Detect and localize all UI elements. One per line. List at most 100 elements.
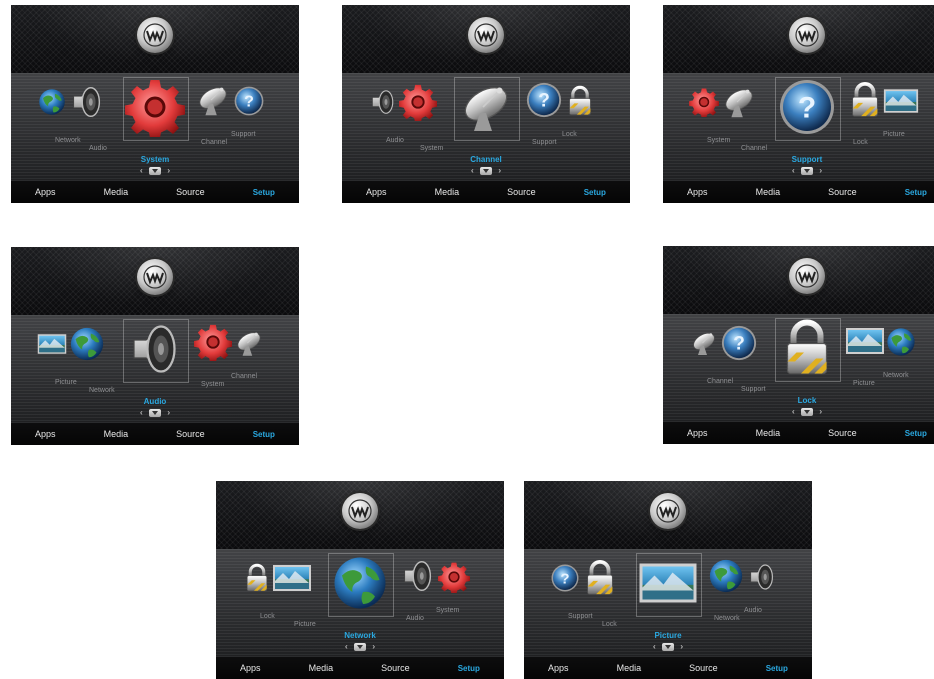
nav-media[interactable]: Media xyxy=(617,663,642,673)
satellite-dish-icon xyxy=(231,327,267,359)
nav-apps[interactable]: Apps xyxy=(687,428,708,438)
selected-item-label: Network xyxy=(344,631,376,640)
globe-icon xyxy=(883,326,919,358)
support-globe-icon xyxy=(719,324,759,362)
nav-source[interactable]: Source xyxy=(176,187,205,197)
chevron-down-icon[interactable] xyxy=(801,166,813,175)
menu-item-label: System xyxy=(707,137,731,144)
menu-item-label: Network xyxy=(714,615,740,622)
nav-media[interactable]: Media xyxy=(756,187,781,197)
padlock-icon[interactable] xyxy=(777,318,837,378)
support-globe-icon[interactable] xyxy=(777,77,837,137)
nav-media[interactable]: Media xyxy=(309,663,334,673)
w-logo-icon xyxy=(137,17,173,53)
chevron-right-icon[interactable]: › xyxy=(167,166,170,175)
chevron-down-icon[interactable] xyxy=(149,408,161,417)
nav-source[interactable]: Source xyxy=(507,187,536,197)
nav-media[interactable]: Media xyxy=(435,187,460,197)
nav-setup[interactable]: Setup xyxy=(766,664,788,673)
nav-apps[interactable]: Apps xyxy=(240,663,261,673)
globe-icon xyxy=(706,557,746,595)
nav-apps[interactable]: Apps xyxy=(35,187,56,197)
chevron-right-icon[interactable]: › xyxy=(819,407,822,416)
globe-icon xyxy=(67,325,107,363)
bottom-nav-bar: Apps Media Source Setup xyxy=(663,180,934,203)
menu-item-label: Lock xyxy=(853,139,868,146)
padlock-icon xyxy=(242,563,272,593)
setup-screen-picture: Support Lock Network Audio Picture ‹ › Apps Medi… xyxy=(524,481,812,679)
chevron-left-icon[interactable]: ‹ xyxy=(792,166,795,175)
speaker-icon[interactable] xyxy=(125,319,185,379)
nav-setup[interactable]: Setup xyxy=(458,664,480,673)
menu-item-label: Picture xyxy=(55,379,77,386)
carousel-arrows: ‹ › xyxy=(792,407,822,416)
chevron-right-icon[interactable]: › xyxy=(819,166,822,175)
menu-item-label: Audio xyxy=(89,145,107,152)
nav-apps[interactable]: Apps xyxy=(687,187,708,197)
setup-screen-lock: Channel Support Picture Network Lock ‹ › Apps Me… xyxy=(663,246,934,444)
satellite-dish-icon[interactable] xyxy=(456,77,516,137)
picture-icon[interactable] xyxy=(638,553,698,613)
picture-icon xyxy=(37,329,67,359)
menu-item-label: Audio xyxy=(744,607,762,614)
chevron-right-icon[interactable]: › xyxy=(498,166,501,175)
menu-item-label: Lock xyxy=(602,621,617,628)
globe-icon xyxy=(37,87,67,117)
chevron-left-icon[interactable]: ‹ xyxy=(140,408,143,417)
menu-item-label: System xyxy=(420,145,444,152)
carousel-arrows: ‹ › xyxy=(792,166,822,175)
selected-item-label: Channel xyxy=(470,155,502,164)
menu-item-label: Audio xyxy=(406,615,424,622)
nav-media[interactable]: Media xyxy=(756,428,781,438)
chevron-down-icon[interactable] xyxy=(662,642,674,651)
nav-setup[interactable]: Setup xyxy=(905,188,927,197)
nav-source[interactable]: Source xyxy=(828,187,857,197)
selected-item-label: Lock xyxy=(797,396,817,405)
picture-icon xyxy=(845,322,885,360)
chevron-left-icon[interactable]: ‹ xyxy=(140,166,143,175)
nav-media[interactable]: Media xyxy=(104,429,129,439)
nav-source[interactable]: Source xyxy=(828,428,857,438)
support-globe-icon xyxy=(231,85,267,117)
nav-setup[interactable]: Setup xyxy=(253,430,275,439)
menu-item-label: System xyxy=(201,381,225,388)
menu-item-label: Channel xyxy=(201,139,228,146)
support-globe-icon xyxy=(524,81,564,119)
w-logo-icon xyxy=(137,259,173,295)
chevron-right-icon[interactable]: › xyxy=(167,408,170,417)
speaker-icon xyxy=(368,87,398,117)
menu-item-label: System xyxy=(436,607,460,614)
chevron-down-icon[interactable] xyxy=(801,407,813,416)
menu-item-label: Audio xyxy=(386,137,404,144)
chevron-left-icon[interactable]: ‹ xyxy=(653,642,656,651)
chevron-left-icon[interactable]: ‹ xyxy=(471,166,474,175)
chevron-down-icon[interactable] xyxy=(480,166,492,175)
gear-icon[interactable] xyxy=(125,77,185,137)
nav-apps[interactable]: Apps xyxy=(35,429,56,439)
speaker-icon xyxy=(398,557,438,595)
nav-source[interactable]: Source xyxy=(689,663,718,673)
chevron-down-icon[interactable] xyxy=(354,642,366,651)
chevron-left-icon[interactable]: ‹ xyxy=(345,642,348,651)
nav-media[interactable]: Media xyxy=(104,187,129,197)
nav-source[interactable]: Source xyxy=(176,429,205,439)
nav-setup[interactable]: Setup xyxy=(584,188,606,197)
menu-item-label: Picture xyxy=(853,380,875,387)
setup-screen-system: Network Audio Channel Support System ‹ › Apps Me… xyxy=(11,5,299,203)
selected-item-label: Support xyxy=(791,155,823,164)
nav-setup[interactable]: Setup xyxy=(253,188,275,197)
satellite-dish-icon xyxy=(689,328,719,358)
nav-apps[interactable]: Apps xyxy=(548,663,569,673)
chevron-right-icon[interactable]: › xyxy=(680,642,683,651)
globe-icon[interactable] xyxy=(330,553,390,613)
nav-setup[interactable]: Setup xyxy=(905,429,927,438)
nav-apps[interactable]: Apps xyxy=(366,187,387,197)
carousel-arrows: ‹ › xyxy=(345,642,375,651)
nav-source[interactable]: Source xyxy=(381,663,410,673)
picture-icon xyxy=(272,559,312,597)
chevron-left-icon[interactable]: ‹ xyxy=(792,407,795,416)
chevron-down-icon[interactable] xyxy=(149,166,161,175)
chevron-right-icon[interactable]: › xyxy=(372,642,375,651)
carousel-arrows: ‹ › xyxy=(653,642,683,651)
speaker-icon xyxy=(67,83,107,121)
